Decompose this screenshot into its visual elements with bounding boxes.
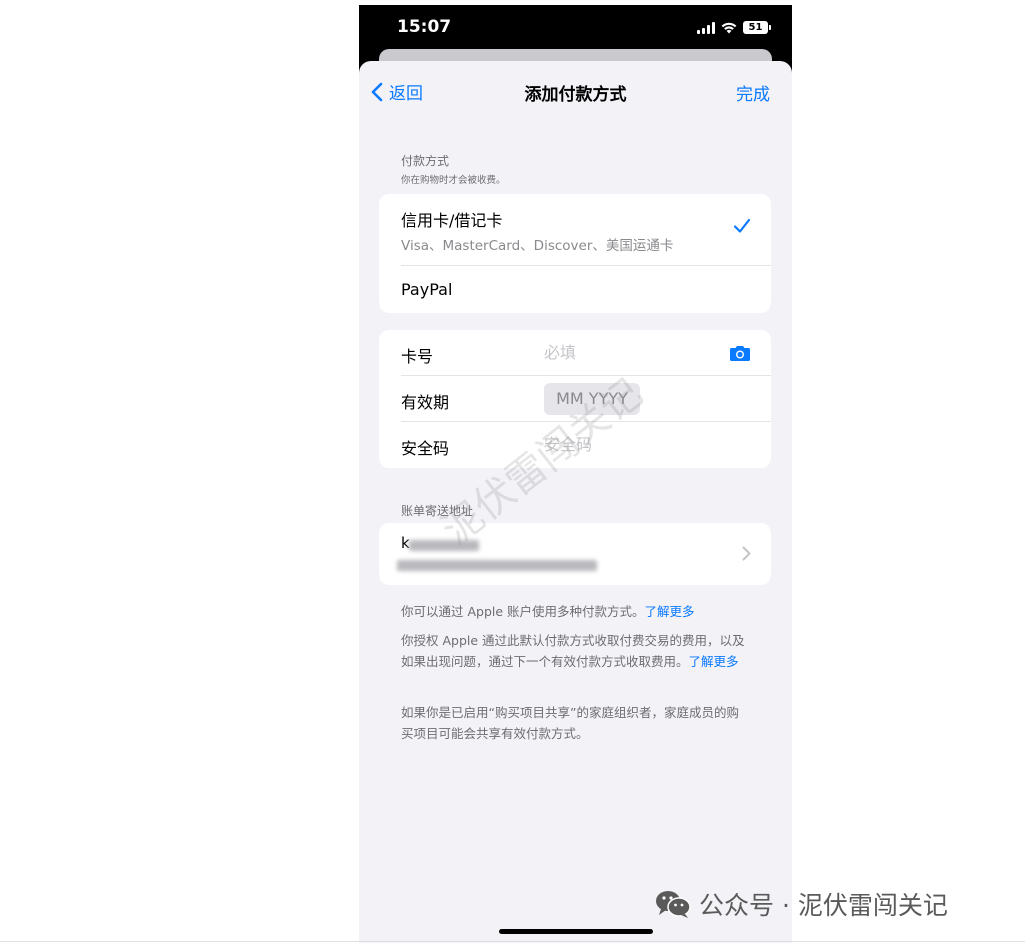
wechat-icon	[656, 891, 691, 918]
payment-method-subtitle: Visa、MasterCard、Discover、美国运通卡	[401, 238, 674, 254]
chevron-right-icon	[742, 546, 751, 561]
page-title: 添加付款方式	[524, 85, 627, 105]
wifi-icon	[721, 22, 737, 34]
payment-section-header: 付款方式	[401, 154, 450, 168]
card-number-label: 卡号	[401, 347, 434, 366]
billing-address-row[interactable]: k	[379, 523, 771, 585]
redacted-name	[409, 540, 479, 551]
footer-note-2: 你授权 Apple 通过此默认付款方式收取付费交易的费用，以及如果出现问题，通过…	[401, 630, 751, 672]
divider	[401, 421, 771, 422]
learn-more-link[interactable]: 了解更多	[689, 654, 739, 669]
checkmark-icon	[733, 218, 751, 233]
security-code-input[interactable]	[544, 435, 694, 454]
divider	[401, 375, 771, 376]
payment-method-title: 信用卡/借记卡	[401, 211, 503, 230]
battery-icon: 51	[743, 21, 771, 34]
add-payment-sheet: 返回 添加付款方式 完成 付款方式 你在购物时才会被收费。 信用卡/借记卡 Vi…	[359, 61, 792, 943]
footer-note-3: 如果你是已启用“购买项目共享”的家庭组织者，家庭成员的购买项目可能会共享有效付款…	[401, 702, 751, 744]
redacted-address	[397, 560, 597, 571]
watermark: 公众号 · 泥伏雷闯关记	[655, 886, 948, 922]
status-bar: 15:07 51	[359, 5, 792, 55]
expiry-label: 有效期	[401, 393, 450, 412]
card-details-form: 卡号 有效期 MM YYYY 安全码	[379, 330, 771, 468]
phone-screen: 15:07 51 返回 添加付款方式 完成 付款方式 你在购物时才会被收费。 信…	[359, 5, 792, 943]
footer-note-1: 你可以通过 Apple 账户使用多种付款方式。了解更多	[401, 601, 751, 622]
done-button[interactable]: 完成	[736, 80, 770, 105]
billing-section-header: 账单寄送地址	[401, 504, 474, 518]
card-number-input[interactable]	[544, 343, 694, 362]
payment-method-list: 信用卡/借记卡 Visa、MasterCard、Discover、美国运通卡 P…	[379, 194, 771, 313]
payment-section-subheader: 你在购物时才会被收费。	[401, 175, 506, 186]
footer-text: 你可以通过 Apple 账户使用多种付款方式。	[401, 604, 645, 619]
payment-method-card[interactable]: 信用卡/借记卡 Visa、MasterCard、Discover、美国运通卡	[379, 194, 771, 265]
expiry-input[interactable]: MM YYYY	[544, 383, 640, 415]
security-code-label: 安全码	[401, 439, 450, 458]
learn-more-link[interactable]: 了解更多	[645, 604, 695, 619]
navigation-bar: 返回 添加付款方式 完成	[359, 61, 792, 119]
home-indicator	[499, 929, 653, 934]
footer-text: 如果你是已启用“购买项目共享”的家庭组织者，家庭成员的购买项目可能会共享有效付款…	[401, 705, 739, 741]
payment-method-title: PayPal	[401, 280, 453, 299]
camera-icon[interactable]	[729, 344, 751, 362]
payment-method-paypal[interactable]: PayPal	[379, 266, 771, 313]
status-icons: 51	[697, 21, 771, 34]
status-time: 15:07	[397, 17, 452, 37]
cellular-signal-icon	[697, 21, 715, 34]
watermark-text: 公众号 · 泥伏雷闯关记	[699, 891, 948, 920]
divider	[0, 941, 1025, 942]
